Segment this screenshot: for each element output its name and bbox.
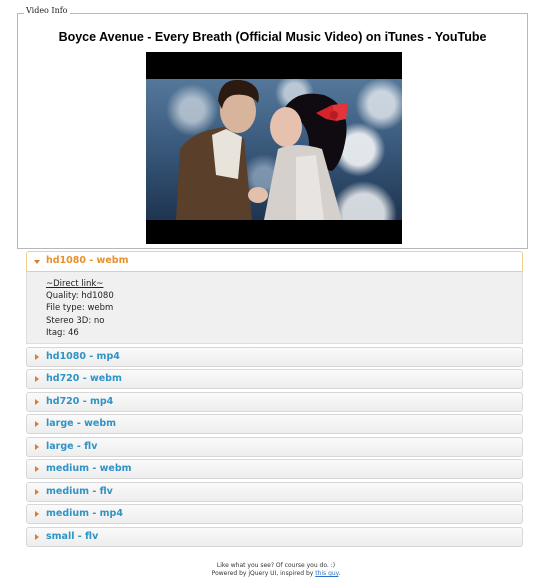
video-thumbnail [146, 52, 402, 244]
format-header[interactable]: large - webm [26, 414, 523, 434]
itag-text: Itag: 46 [46, 327, 79, 338]
format-label: large - flv [46, 440, 98, 452]
format-header[interactable]: large - flv [26, 436, 523, 457]
footer-credits-suffix: . [338, 570, 341, 577]
format-details-panel: ~Direct link~ Quality: hd1080 File type:… [26, 272, 523, 344]
format-label: hd1080 - webm [46, 255, 129, 266]
video-thumbnail-image [146, 79, 402, 220]
format-label: small - flv [46, 530, 99, 542]
format-header[interactable]: small - flv [26, 526, 523, 547]
triangle-right-icon [35, 488, 39, 495]
quality-text: Quality: hd1080 [46, 291, 114, 302]
stereo-3d-text: Stereo 3D: no [46, 315, 105, 326]
format-header[interactable]: medium - flv [26, 481, 523, 502]
format-label: hd1080 - mp4 [46, 350, 120, 362]
thumbnail-figures [176, 79, 348, 220]
format-label: hd720 - mp4 [46, 395, 114, 407]
video-title: Boyce Avenue - Every Breath (Official Mu… [58, 30, 487, 44]
format-label: large - webm [46, 418, 117, 429]
direct-link[interactable]: ~Direct link~ [46, 279, 103, 289]
triangle-right-icon [35, 511, 39, 517]
format-header[interactable]: medium - mp4 [26, 504, 523, 524]
format-header[interactable]: hd720 - webm [26, 369, 523, 389]
format-label: medium - flv [46, 485, 113, 497]
footer-credits: Powered by jQuery UI, inspired by this g… [0, 570, 552, 578]
format-header-active[interactable]: hd1080 - webm [26, 251, 523, 272]
triangle-right-icon [35, 376, 39, 382]
format-header[interactable]: medium - webm [26, 459, 523, 479]
this-guy-link[interactable]: this guy [315, 570, 338, 577]
footer: Like what you see? Of course you do. :) … [0, 562, 552, 578]
format-label: hd720 - webm [46, 373, 122, 384]
triangle-right-icon [35, 466, 39, 472]
format-accordion: hd1080 - webm ~Direct link~ Quality: hd1… [26, 251, 523, 549]
format-label: medium - webm [46, 463, 132, 474]
triangle-right-icon [35, 353, 39, 360]
format-header[interactable]: hd720 - mp4 [26, 391, 523, 412]
triangle-right-icon [35, 421, 39, 427]
file-type-text: File type: webm [46, 303, 114, 314]
format-header[interactable]: hd1080 - mp4 [26, 346, 523, 367]
footer-credits-prefix: Powered by jQuery UI, inspired by [211, 570, 316, 577]
triangle-right-icon [35, 398, 39, 405]
footer-tagline: Like what you see? Of course you do. :) [216, 562, 336, 569]
video-info-panel: Video Info Boyce Avenue - Every Breath (… [17, 6, 528, 249]
format-label: medium - mp4 [46, 508, 123, 519]
video-info-legend: Video Info [24, 6, 70, 15]
triangle-right-icon [35, 443, 39, 450]
triangle-down-icon [34, 260, 40, 264]
triangle-right-icon [35, 533, 39, 540]
